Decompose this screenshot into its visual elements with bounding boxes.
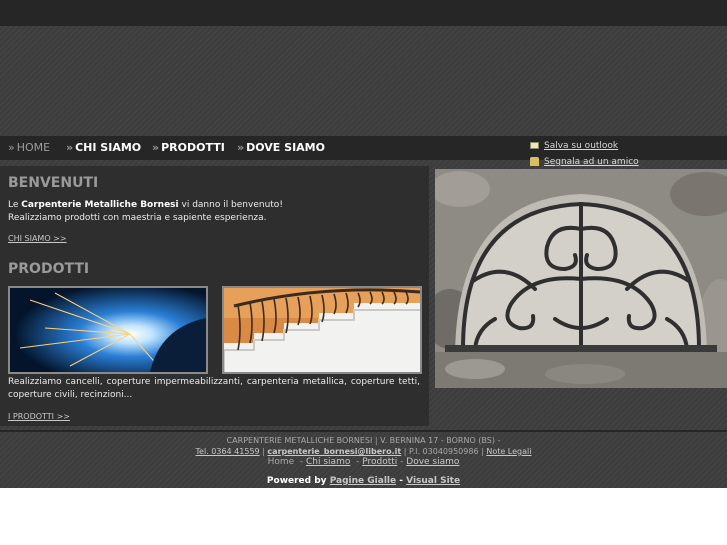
footer-chi-siamo-link[interactable]: Chi siamo xyxy=(306,457,350,467)
footer-contacts: Tel. 0364 41559 | carpenterie_bornesi@li… xyxy=(0,447,727,456)
powered-by-label: Powered by xyxy=(266,476,327,486)
prodotti-more-link[interactable]: I PRODOTTI >> xyxy=(8,412,70,421)
welding-photo xyxy=(8,286,208,374)
footer-dash: - xyxy=(356,457,360,467)
footer-tel-link[interactable]: Tel. 0364 41559 xyxy=(196,447,260,456)
stair-railing-photo xyxy=(222,286,422,374)
footer-dove-siamo-link[interactable]: Dove siamo xyxy=(406,457,459,467)
chi-siamo-more-link[interactable]: CHI SIAMO >> xyxy=(8,234,67,243)
nav-arrow-icon: » xyxy=(66,141,74,154)
nav-dove-siamo[interactable]: » DOVE SIAMO xyxy=(237,141,325,154)
powered-by: Powered by Pagine Gialle - Visual Site xyxy=(0,476,727,486)
company-name: Carpenterie Metalliche Bornesi xyxy=(21,200,179,210)
footer-nav: Home - Chi siamo - Prodotti - Dove siamo xyxy=(0,457,727,467)
intro-prefix: Le xyxy=(8,200,19,210)
save-outlook-label: Salva su outlook xyxy=(544,141,619,151)
footer-piva: | P.I. 03040950986 | xyxy=(403,447,484,456)
wrought-iron-gate-photo xyxy=(425,169,727,389)
save-outlook-link[interactable]: Salva su outlook xyxy=(530,141,618,151)
top-bar xyxy=(0,0,727,26)
footer-divider xyxy=(0,430,727,432)
footer-email-link[interactable]: carpenterie_bornesi@libero.it xyxy=(267,447,401,456)
intro-paragraph: Le Carpenterie Metalliche Bornesi vi dan… xyxy=(8,199,408,225)
footer-prodotti-link[interactable]: Prodotti xyxy=(362,457,397,467)
intro-line2: Realizziamo prodotti con maestria e sapi… xyxy=(8,213,267,223)
nav-home[interactable]: » HOME xyxy=(8,141,50,154)
nav-dove-siamo-label: DOVE SIAMO xyxy=(246,141,325,154)
nav-arrow-icon: » xyxy=(152,141,160,154)
nav-chi-siamo[interactable]: » CHI SIAMO xyxy=(66,141,141,154)
footer-separator: | xyxy=(262,447,265,456)
powered-dash: - xyxy=(399,476,403,486)
prodotti-heading: PRODOTTI xyxy=(8,261,90,277)
prodotti-paragraph: Realizziamo cancelli, coperture impermea… xyxy=(8,377,420,400)
header-banner xyxy=(0,26,727,136)
intro-suffix: vi danno il benvenuto! xyxy=(181,200,283,210)
nav-chi-siamo-label: CHI SIAMO xyxy=(75,141,142,154)
footer-home-link[interactable]: Home xyxy=(268,457,295,467)
footer-dash: - xyxy=(299,457,304,467)
visual-site-link[interactable]: Visual Site xyxy=(406,476,460,486)
nav-prodotti[interactable]: » PRODOTTI xyxy=(152,141,225,154)
nav-prodotti-label: PRODOTTI xyxy=(161,141,225,154)
pagine-gialle-link[interactable]: Pagine Gialle xyxy=(330,476,396,486)
nav-arrow-icon: » xyxy=(237,141,245,154)
vcard-icon xyxy=(530,142,539,149)
footer-address: CARPENTERIE METALLICHE BORNESI | V. BERN… xyxy=(226,436,501,445)
footer-legal-link[interactable]: Note Legali xyxy=(486,447,531,456)
nav-arrow-icon: » xyxy=(8,141,15,154)
nav-home-label: HOME xyxy=(16,141,51,154)
friend-icon xyxy=(530,157,539,166)
benvenuti-heading: BENVENUTI xyxy=(8,175,99,191)
footer-dash: - xyxy=(400,457,404,467)
